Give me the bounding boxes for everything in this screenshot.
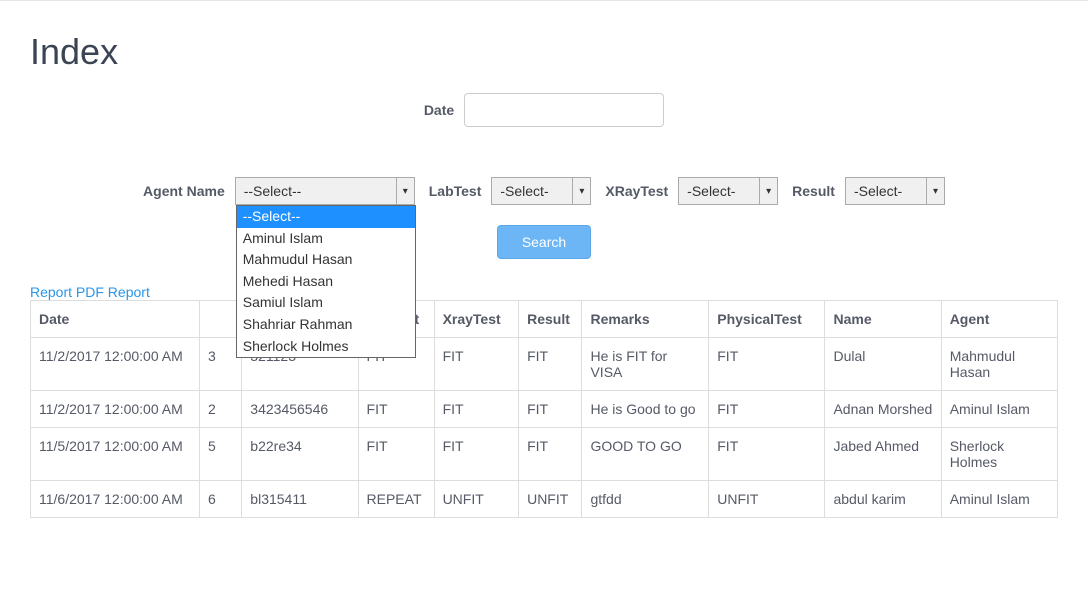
cell-date: 11/2/2017 12:00:00 AM	[31, 391, 200, 428]
cell-date: 11/2/2017 12:00:00 AM	[31, 338, 200, 391]
labtest-select[interactable]: -Select- ▾	[491, 177, 591, 205]
xraytest-label: XRayTest	[605, 183, 668, 199]
results-table: Date LabTest XrayTest Result Remarks Phy…	[30, 300, 1058, 518]
cell-col2: 2	[200, 391, 242, 428]
agent-option[interactable]: Shahriar Rahman	[237, 314, 415, 336]
agent-select-value: --Select--	[236, 183, 310, 199]
table-row: 11/5/2017 12:00:00 AM5b22re34FITFITFITGO…	[31, 428, 1058, 481]
cell-col3: b22re34	[242, 428, 358, 481]
th-agent: Agent	[941, 301, 1057, 338]
cell-xraytest: FIT	[434, 338, 519, 391]
cell-remarks: gtfdd	[582, 481, 709, 518]
xraytest-value: -Select-	[679, 183, 743, 199]
cell-xraytest: FIT	[434, 391, 519, 428]
result-label: Result	[792, 183, 835, 199]
chevron-down-icon: ▾	[572, 178, 590, 204]
agent-select[interactable]: --Select-- ▾ --Select-- Aminul Islam Mah…	[235, 177, 415, 205]
page-title: Index	[30, 31, 1058, 73]
cell-result: FIT	[519, 391, 582, 428]
agent-option[interactable]: Aminul Islam	[237, 228, 415, 250]
agent-option[interactable]: Mahmudul Hasan	[237, 249, 415, 271]
date-input[interactable]	[464, 93, 664, 127]
cell-labtest: REPEAT	[358, 481, 434, 518]
result-group: Result -Select- ▾	[792, 177, 945, 205]
cell-remarks: He is Good to go	[582, 391, 709, 428]
search-button[interactable]: Search	[497, 225, 591, 259]
chevron-down-icon: ▾	[396, 178, 414, 204]
th-remarks: Remarks	[582, 301, 709, 338]
result-select[interactable]: -Select- ▾	[845, 177, 945, 205]
cell-date: 11/6/2017 12:00:00 AM	[31, 481, 200, 518]
table-row: 11/2/2017 12:00:00 AM3321123FITFITFITHe …	[31, 338, 1058, 391]
th-physicaltest: PhysicalTest	[709, 301, 825, 338]
report-link[interactable]: Report	[30, 284, 72, 300]
labtest-label: LabTest	[429, 183, 482, 199]
result-value: -Select-	[846, 183, 910, 199]
cell-col2: 6	[200, 481, 242, 518]
labtest-value: -Select-	[492, 183, 556, 199]
search-row: Search	[30, 225, 1058, 259]
th-name: Name	[825, 301, 941, 338]
cell-remarks: GOOD TO GO	[582, 428, 709, 481]
cell-labtest: FIT	[358, 391, 434, 428]
date-label: Date	[424, 102, 454, 118]
agent-dropdown: --Select-- Aminul Islam Mahmudul Hasan M…	[236, 205, 416, 358]
agent-option[interactable]: Samiul Islam	[237, 292, 415, 314]
th-result: Result	[519, 301, 582, 338]
cell-col3: bl315411	[242, 481, 358, 518]
cell-name: Adnan Morshed	[825, 391, 941, 428]
cell-labtest: FIT	[358, 428, 434, 481]
labtest-group: LabTest -Select- ▾	[429, 177, 592, 205]
chevron-down-icon: ▾	[759, 178, 777, 204]
cell-col2: 5	[200, 428, 242, 481]
cell-name: Dulal	[825, 338, 941, 391]
cell-col3: 3423456546	[242, 391, 358, 428]
table-header-row: Date LabTest XrayTest Result Remarks Phy…	[31, 301, 1058, 338]
cell-xraytest: UNFIT	[434, 481, 519, 518]
cell-result: FIT	[519, 428, 582, 481]
agent-option[interactable]: Sherlock Holmes	[237, 336, 415, 358]
cell-physical: FIT	[709, 428, 825, 481]
cell-result: UNFIT	[519, 481, 582, 518]
chevron-down-icon: ▾	[926, 178, 944, 204]
th-date: Date	[31, 301, 200, 338]
table-row: 11/2/2017 12:00:00 AM23423456546FITFITFI…	[31, 391, 1058, 428]
cell-physical: FIT	[709, 391, 825, 428]
cell-physical: FIT	[709, 338, 825, 391]
cell-agent: Mahmudul Hasan	[941, 338, 1057, 391]
th-xraytest: XrayTest	[434, 301, 519, 338]
agent-group: Agent Name --Select-- ▾ --Select-- Aminu…	[143, 177, 415, 205]
cell-date: 11/5/2017 12:00:00 AM	[31, 428, 200, 481]
report-links: Report PDF Report	[30, 284, 1058, 300]
table-row: 11/6/2017 12:00:00 AM6bl315411REPEATUNFI…	[31, 481, 1058, 518]
cell-agent: Sherlock Holmes	[941, 428, 1057, 481]
cell-remarks: He is FIT for VISA	[582, 338, 709, 391]
cell-name: abdul karim	[825, 481, 941, 518]
agent-option[interactable]: --Select--	[237, 206, 415, 228]
filter-row: Agent Name --Select-- ▾ --Select-- Aminu…	[30, 177, 1058, 205]
cell-result: FIT	[519, 338, 582, 391]
xraytest-select[interactable]: -Select- ▾	[678, 177, 778, 205]
pdf-report-link[interactable]: PDF Report	[76, 284, 150, 300]
cell-name: Jabed Ahmed	[825, 428, 941, 481]
cell-physical: UNFIT	[709, 481, 825, 518]
cell-agent: Aminul Islam	[941, 391, 1057, 428]
cell-xraytest: FIT	[434, 428, 519, 481]
agent-option[interactable]: Mehedi Hasan	[237, 271, 415, 293]
date-row: Date	[30, 93, 1058, 127]
xraytest-group: XRayTest -Select- ▾	[605, 177, 778, 205]
cell-agent: Aminul Islam	[941, 481, 1057, 518]
agent-label: Agent Name	[143, 183, 225, 199]
